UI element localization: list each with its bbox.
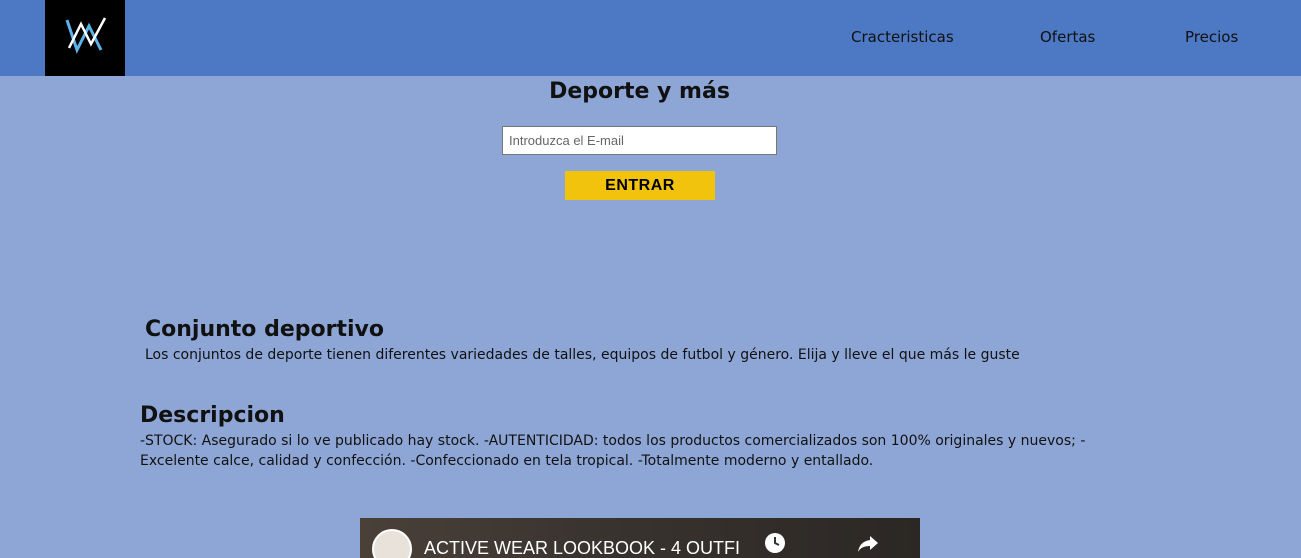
video-title[interactable]: ACTIVE WEAR LOOKBOOK - 4 OUTFI xyxy=(424,538,740,558)
nav-link-precios[interactable]: Precios xyxy=(1185,28,1238,46)
description-text: -STOCK: Asegurado si lo ve publicado hay… xyxy=(140,433,1086,469)
nav-link-ofertas[interactable]: Ofertas xyxy=(1040,28,1095,46)
video-embed[interactable]: ACTIVE WEAR LOOKBOOK - 4 OUTFI xyxy=(360,518,920,558)
brand-logo[interactable] xyxy=(45,0,125,76)
nav-link-caracteristicas[interactable]: Cracteristicas xyxy=(851,28,954,46)
site-header: Cracteristicas Ofertas Precios xyxy=(0,0,1301,76)
submit-button[interactable]: ENTRAR xyxy=(565,171,715,200)
page-title: Deporte y más xyxy=(549,79,730,104)
email-field[interactable] xyxy=(502,126,777,155)
share-icon[interactable] xyxy=(856,534,880,554)
clock-icon[interactable] xyxy=(764,532,786,554)
channel-avatar[interactable] xyxy=(372,529,412,558)
product-description: Los conjuntos de deporte tienen diferent… xyxy=(145,347,1020,363)
description-title: Descripcion xyxy=(140,403,285,428)
logo-mark-icon xyxy=(65,17,107,54)
product-title: Conjunto deportivo xyxy=(145,317,384,342)
